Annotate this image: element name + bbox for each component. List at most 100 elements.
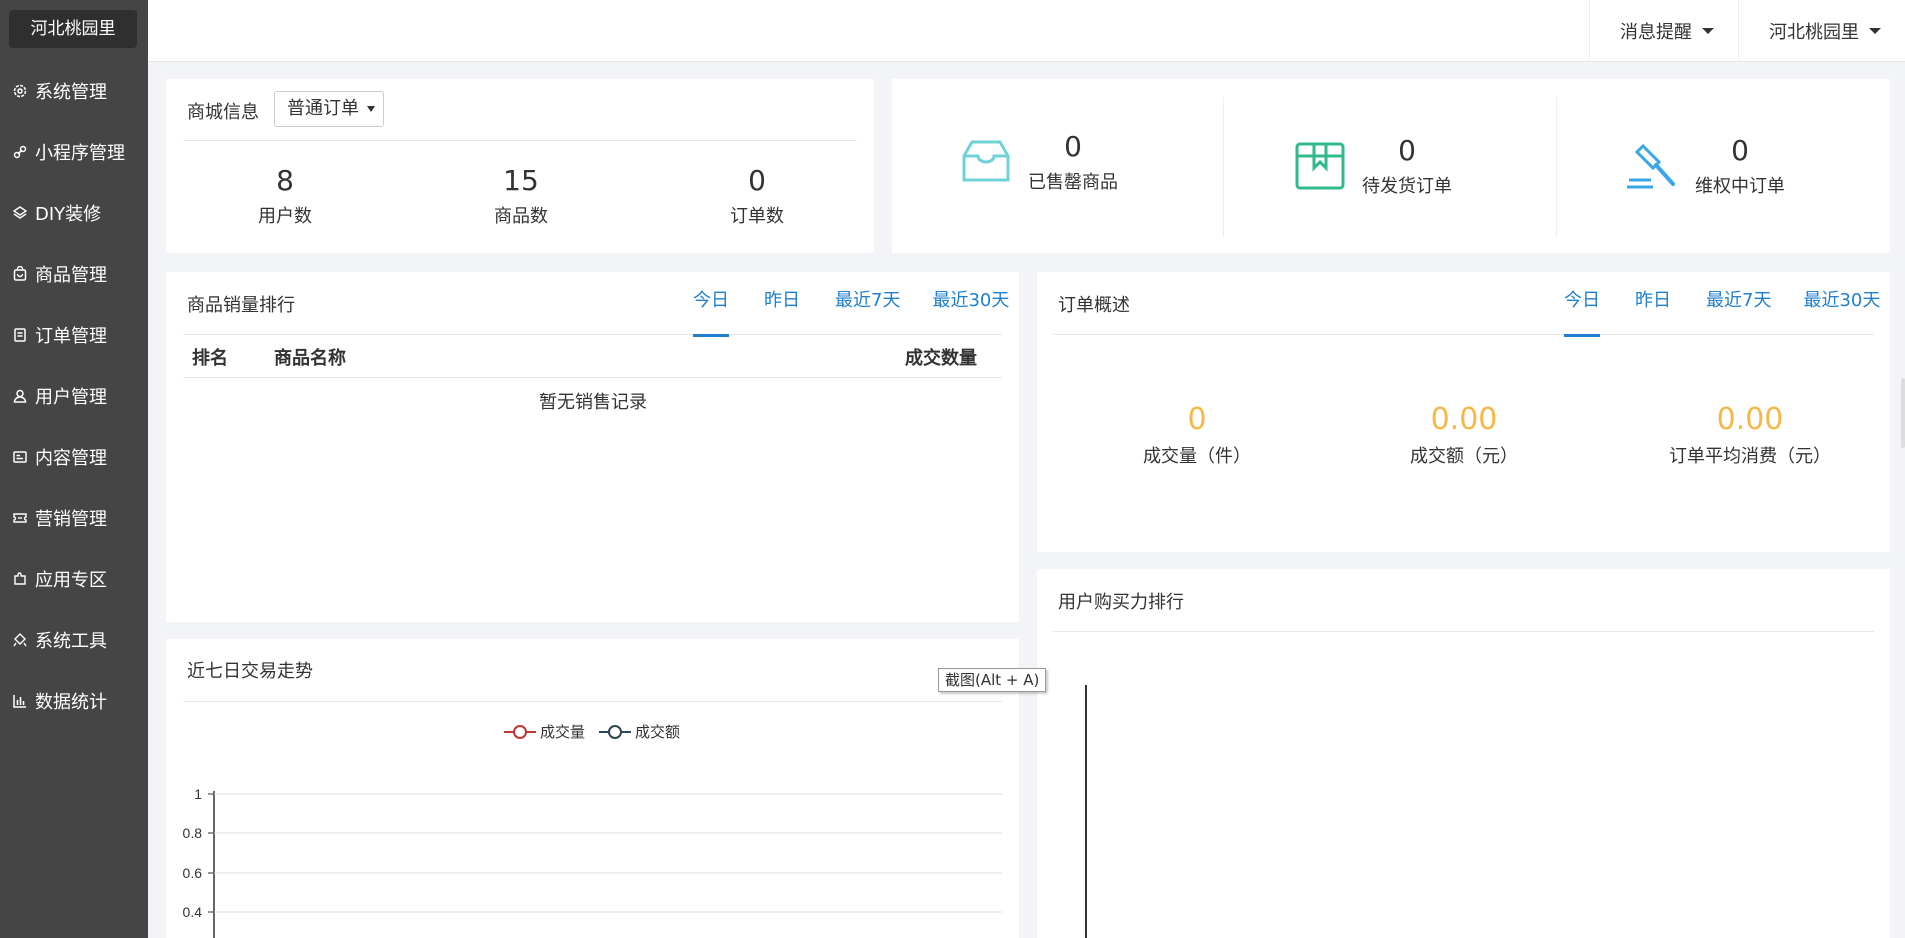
sidebar-item-label: 订单管理 [35, 325, 107, 347]
sidebar-item-label: 内容管理 [35, 447, 107, 469]
divider [1556, 97, 1557, 237]
divider [1053, 334, 1874, 335]
y-tick-label: 0.8 [183, 825, 203, 841]
sidebar-item-users[interactable]: 用户管理 [0, 365, 148, 426]
sidebar-item-tools[interactable]: 系统工具 [0, 609, 148, 670]
order-icon [11, 326, 29, 344]
sidebar-item-apps[interactable]: 应用专区 [0, 548, 148, 609]
overview-value: 0 [1187, 402, 1207, 437]
trend-chart: 1 0.8 0.6 0.4 [183, 786, 1002, 938]
sidebar-item-label: 小程序管理 [35, 142, 125, 164]
sidebar: 河北桃园里 系统管理 小程序管理 DIY装修 商品管理 订单管理 用户管理 内容… [0, 0, 148, 938]
legend-line-marker-icon [599, 724, 632, 739]
stat-value: 8 [276, 164, 294, 197]
screenshot-tooltip: 截图(Alt + A) [938, 668, 1047, 692]
sidebar-item-marketing[interactable]: 营销管理 [0, 487, 148, 548]
kpi-pending-ship[interactable]: 0 待发货订单 [1292, 134, 1452, 198]
tab-today[interactable]: 今日 [1564, 272, 1600, 337]
sidebar-item-stats[interactable]: 数据统计 [0, 670, 148, 731]
stat-value: 15 [503, 164, 539, 197]
y-tick-label: 0.4 [183, 904, 203, 920]
shop-info-panel: 商城信息 8 用户数 15 商品数 0 订单数 [166, 79, 874, 253]
tab-yesterday[interactable]: 昨日 [764, 272, 800, 334]
divider [1223, 97, 1224, 237]
divider [1053, 631, 1874, 632]
select-value: 普通订单 [287, 98, 359, 119]
stat-value: 0 [748, 164, 766, 197]
overview-value: 0.00 [1716, 402, 1784, 437]
puzzle-icon [11, 570, 29, 588]
stat-orders: 0 订单数 [685, 164, 829, 228]
user-icon [11, 387, 29, 405]
panel-title: 商品销量排行 [187, 295, 295, 316]
scrollbar[interactable] [1901, 378, 1905, 448]
layers-icon [11, 204, 29, 222]
sidebar-item-label: 商品管理 [35, 264, 107, 286]
legend-item-volume[interactable]: 成交量 [504, 721, 585, 742]
bar-chart-icon [11, 692, 29, 710]
column-quantity: 成交数量 [905, 348, 977, 369]
kpi-sold-out[interactable]: 0 已售罄商品 [958, 130, 1118, 194]
sidebar-item-diy[interactable]: DIY装修 [0, 182, 148, 243]
order-overview-tabs: 今日 昨日 最近7天 最近30天 [1528, 272, 1880, 337]
column-name: 商品名称 [274, 348, 346, 369]
stat-label: 商品数 [494, 206, 548, 227]
tab-today[interactable]: 今日 [693, 272, 729, 337]
chart-axis [1085, 685, 1087, 938]
tool-icon [11, 631, 29, 649]
legend-line-marker-icon [504, 724, 536, 739]
overview-volume: 0 成交量（件） [1097, 402, 1297, 468]
chart-legend: 成交量 成交额 [504, 721, 694, 742]
sidebar-item-label: 系统管理 [35, 81, 107, 103]
link-icon [11, 143, 29, 161]
sidebar-item-label: DIY装修 [35, 203, 102, 225]
order-type-select[interactable]: 普通订单 [274, 91, 384, 127]
y-tick-label: 0.6 [183, 865, 203, 881]
panel-title: 商城信息 [187, 102, 259, 123]
sidebar-nav: 系统管理 小程序管理 DIY装修 商品管理 订单管理 用户管理 内容管理 营销管… [0, 60, 148, 731]
chevron-down-icon [367, 106, 375, 112]
gavel-icon [1627, 143, 1675, 189]
divider [183, 377, 1002, 378]
sidebar-item-goods[interactable]: 商品管理 [0, 243, 148, 304]
sidebar-item-label: 营销管理 [35, 508, 107, 530]
kpi-label: 已售罄商品 [1028, 172, 1118, 193]
trend-panel: 近七日交易走势 成交量 成交额 1 0.8 0.6 0.4 [166, 639, 1019, 938]
kpi-value: 0 [1731, 134, 1749, 167]
caret-down-icon [1702, 28, 1714, 34]
overview-average: 0.00 订单平均消费（元） [1635, 402, 1865, 468]
kpi-rights-protection[interactable]: 0 维权中订单 [1625, 134, 1785, 198]
sidebar-item-label: 用户管理 [35, 386, 107, 408]
overview-value: 0.00 [1430, 402, 1498, 437]
ticket-icon [11, 509, 29, 527]
sidebar-item-orders[interactable]: 订单管理 [0, 304, 148, 365]
package-icon [1295, 142, 1345, 190]
sidebar-item-content[interactable]: 内容管理 [0, 426, 148, 487]
stat-label: 订单数 [730, 206, 784, 227]
overview-label: 成交量（件） [1143, 446, 1251, 467]
brand-logo[interactable]: 河北桃园里 [9, 10, 137, 48]
tab-30days[interactable]: 最近30天 [1803, 272, 1880, 334]
panel-title: 近七日交易走势 [187, 661, 313, 682]
gear-icon [11, 82, 29, 100]
stat-label: 用户数 [258, 206, 312, 227]
notifications-dropdown[interactable]: 消息提醒 [1589, 0, 1738, 62]
stat-goods: 15 商品数 [449, 164, 593, 228]
sidebar-item-miniprogram[interactable]: 小程序管理 [0, 121, 148, 182]
tab-30days[interactable]: 最近30天 [932, 272, 1009, 334]
account-dropdown[interactable]: 河北桃园里 [1738, 0, 1905, 62]
kpi-value: 0 [1398, 134, 1416, 167]
panel-title: 订单概述 [1058, 295, 1130, 316]
tab-7days[interactable]: 最近7天 [1706, 272, 1771, 334]
divider [183, 701, 1002, 702]
legend-item-amount[interactable]: 成交额 [599, 721, 680, 742]
inbox-icon [962, 140, 1010, 182]
empty-message: 暂无销售记录 [539, 392, 647, 413]
notifications-label: 消息提醒 [1620, 22, 1692, 43]
tab-7days[interactable]: 最近7天 [835, 272, 900, 334]
divider [183, 140, 857, 141]
sidebar-item-system[interactable]: 系统管理 [0, 60, 148, 121]
tab-yesterday[interactable]: 昨日 [1635, 272, 1671, 334]
caret-down-icon [1869, 28, 1881, 34]
overview-label: 订单平均消费（元） [1669, 446, 1831, 467]
